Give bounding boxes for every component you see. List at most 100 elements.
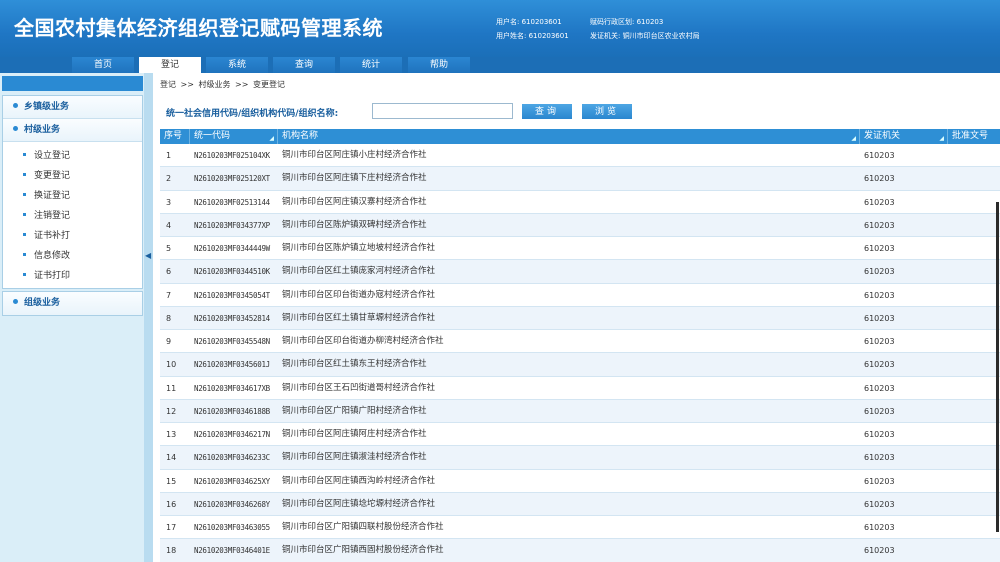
user-code: 用户名: 610203601	[496, 18, 562, 26]
cell-name: 铜川市印台区阿庄镇阿庄村经济合作社	[282, 429, 427, 439]
sidebar-item-label: 注销登记	[34, 211, 71, 221]
results-table: 序号 统一代码 ◢ 机构名称 ◢ 发证机关 ◢ 批准文号 1 N2610203MF025…	[160, 129, 1000, 562]
sidebar-item-renew[interactable]: 换证登记	[3, 186, 142, 206]
cell-agency: 610203	[864, 290, 895, 300]
sidebar-item-edit-info[interactable]: 信息修改	[3, 246, 142, 266]
sidebar-panel: 乡镇级业务 村级业务 设立登记 变更登记 换证登记 注销登记 证书补打 信息修改…	[2, 95, 143, 289]
table-row[interactable]: 7 N2610203MF0345054T 铜川市印台区印台街道办寇村经济合作社 610…	[160, 284, 1000, 307]
cell-agency: 610203	[864, 360, 895, 370]
table-row[interactable]: 1 N2610203MF025104XK 铜川市印台区阿庄镇小庄村经济合作社 6102…	[160, 144, 1000, 168]
table-row[interactable]: 12 N2610203MF0346188B 铜川市印台区广阳镇广阳村经济合作社 610…	[160, 399, 1000, 423]
table-row[interactable]: 3 N2610203MF02513144 铜川市印台区阿庄镇汉寨村经济合作社 6102…	[160, 191, 1000, 214]
table-row[interactable]: 8 N2610203MF03452814 铜川市印台区红土镇甘草塬村经济合作社 610…	[160, 306, 1000, 330]
sidebar-item-establish[interactable]: 设立登记	[3, 146, 142, 166]
cell-approval	[948, 237, 1000, 260]
table-row[interactable]: 5 N2610203MF0344449W 铜川市印台区陈炉镇立地坡村经济合作社 610…	[160, 237, 1000, 261]
column-header-agency[interactable]: 发证机关 ◢	[860, 129, 948, 144]
tab-system[interactable]: 系统	[206, 57, 268, 73]
cell-agency: 610203	[864, 383, 895, 393]
table-row[interactable]: 15 N2610203MF034625XY 铜川市印台区阿庄镇西沟岭村经济合作社 61…	[160, 470, 1000, 493]
column-label: 批准文号	[952, 131, 989, 141]
sidebar-item-label: 设立登记	[34, 151, 71, 161]
tab-statistics[interactable]: 统计	[340, 57, 402, 73]
cell-name: 铜川市印台区广阳镇四联村股份经济合作社	[282, 522, 444, 532]
column-label: 机构名称	[282, 131, 319, 141]
sidebar-item-print[interactable]: 证书打印	[3, 266, 142, 286]
cell-code: N2610203MF0345601J	[194, 360, 270, 370]
table-row[interactable]: 13 N2610203MF0346217N 铜川市印台区阿庄镇阿庄村经济合作社 610…	[160, 423, 1000, 447]
table-row[interactable]: 18 N2610203MF0346401E 铜川市印台区广阳镇西固村股份经济合作社 6…	[160, 539, 1000, 562]
cell-no: 10	[166, 360, 177, 370]
cell-agency: 610203	[864, 244, 895, 253]
breadcrumb-item[interactable]: 登记	[160, 80, 176, 89]
sidebar-item-change[interactable]: 变更登记	[3, 166, 142, 186]
table-row[interactable]: 10 N2610203MF0345601J 铜川市印台区红土镇东王村经济合作社 610…	[160, 353, 1000, 377]
sidebar-collapse-strip[interactable]	[144, 73, 153, 562]
breadcrumb-item[interactable]: 村级业务	[199, 80, 231, 89]
query-button[interactable]: 查询	[522, 104, 572, 119]
cell-name: 铜川市印台区阿庄镇汉寨村经济合作社	[282, 196, 427, 207]
column-label: 发证机关	[864, 131, 901, 141]
tab-home[interactable]: 首页	[72, 57, 134, 73]
bullet-icon	[13, 299, 18, 304]
cell-name: 铜川市印台区印台街道办寇村经济合作社	[282, 289, 436, 300]
table-row[interactable]: 14 N2610203MF0346233C 铜川市印台区阿庄镇淑洼村经济合作社 610…	[160, 446, 1000, 470]
table-row[interactable]: 11 N2610203MF034617XB 铜川市印台区王石凹街道哥村经济合作社 61…	[160, 377, 1000, 400]
cell-name: 铜川市印台区阿庄镇小庄村经济合作社	[282, 150, 427, 160]
column-label: 序号	[164, 131, 183, 141]
sidebar-item-reprint[interactable]: 证书补打	[3, 226, 142, 246]
table-row[interactable]: 17 N2610203MF03463055 铜川市印台区广阳镇四联村股份经济合作社 6…	[160, 516, 1000, 540]
cell-code: N2610203MF0346217N	[194, 430, 270, 439]
sidebar-section-township[interactable]: 乡镇级业务	[3, 96, 142, 119]
cell-approval	[948, 191, 1000, 214]
bullet-icon	[23, 273, 26, 276]
cell-approval	[948, 493, 1000, 516]
cell-code: N2610203MF034617XB	[194, 383, 270, 393]
cell-no: 2	[166, 174, 172, 184]
cell-no: 16	[166, 499, 177, 509]
bullet-icon	[13, 103, 18, 108]
cell-code: N2610203MF0346188B	[194, 406, 270, 416]
table-row[interactable]: 4 N2610203MF034377XP 铜川市印台区陈炉镇双碑村经济合作社 6102…	[160, 213, 1000, 237]
column-header-name[interactable]: 机构名称 ◢	[278, 129, 860, 144]
cell-agency: 610203	[864, 220, 895, 230]
column-header-approval[interactable]: 批准文号	[948, 129, 1000, 144]
collapse-arrow-icon[interactable]: ◀	[145, 250, 152, 262]
cell-name: 铜川市印台区陈炉镇双碑村经济合作社	[282, 219, 427, 230]
bullet-icon	[23, 233, 26, 236]
cell-approval	[948, 167, 1000, 190]
cell-code: N2610203MF0346268Y	[194, 499, 270, 509]
search-input[interactable]	[372, 103, 513, 119]
sidebar-section-group[interactable]: 组级业务	[3, 292, 142, 315]
cell-name: 铜川市印台区印台街道办柳湾村经济合作社	[282, 336, 444, 346]
cell-no: 12	[166, 406, 177, 416]
table-row[interactable]: 9 N2610203MF0345548N 铜川市印台区印台街道办柳湾村经济合作社 61…	[160, 330, 1000, 354]
cell-approval	[948, 307, 1000, 330]
cell-approval	[948, 353, 1000, 376]
sidebar-section-village[interactable]: 村级业务	[3, 119, 142, 142]
table-row[interactable]: 2 N2610203MF025120XT 铜川市印台区阿庄镇下庄村经济合作社 6102…	[160, 167, 1000, 191]
breadcrumb-separator: >>	[180, 80, 194, 89]
cell-approval	[948, 144, 1000, 167]
cell-code: N2610203MF034377XP	[194, 220, 270, 230]
cell-approval	[948, 330, 1000, 353]
table-row[interactable]: 16 N2610203MF0346268Y 铜川市印台区阿庄镇埝坨塬村经济合作社 61…	[160, 492, 1000, 516]
cell-agency: 610203	[864, 174, 895, 184]
tab-register[interactable]: 登记	[139, 57, 201, 73]
sidebar-item-label: 证书打印	[34, 271, 71, 281]
table-body: 1 N2610203MF025104XK 铜川市印台区阿庄镇小庄村经济合作社 6102…	[160, 144, 1000, 562]
sidebar-item-cancel[interactable]: 注销登记	[3, 206, 142, 226]
browse-button[interactable]: 浏览	[582, 104, 632, 119]
cell-approval	[948, 470, 1000, 493]
column-header-no[interactable]: 序号	[160, 129, 190, 144]
cell-agency: 610203	[864, 197, 895, 207]
cell-no: 6	[166, 267, 172, 277]
bullet-icon	[23, 153, 26, 156]
cell-agency: 610203	[864, 313, 895, 323]
bullet-icon	[23, 253, 26, 256]
scrollbar[interactable]	[996, 202, 999, 532]
column-header-code[interactable]: 统一代码 ◢	[190, 129, 278, 144]
table-row[interactable]: 6 N2610203MF0344510K 铜川市印台区红土镇庞家河村经济合作社 610…	[160, 260, 1000, 284]
tab-help[interactable]: 帮助	[408, 57, 470, 73]
tab-query[interactable]: 查询	[273, 57, 335, 73]
